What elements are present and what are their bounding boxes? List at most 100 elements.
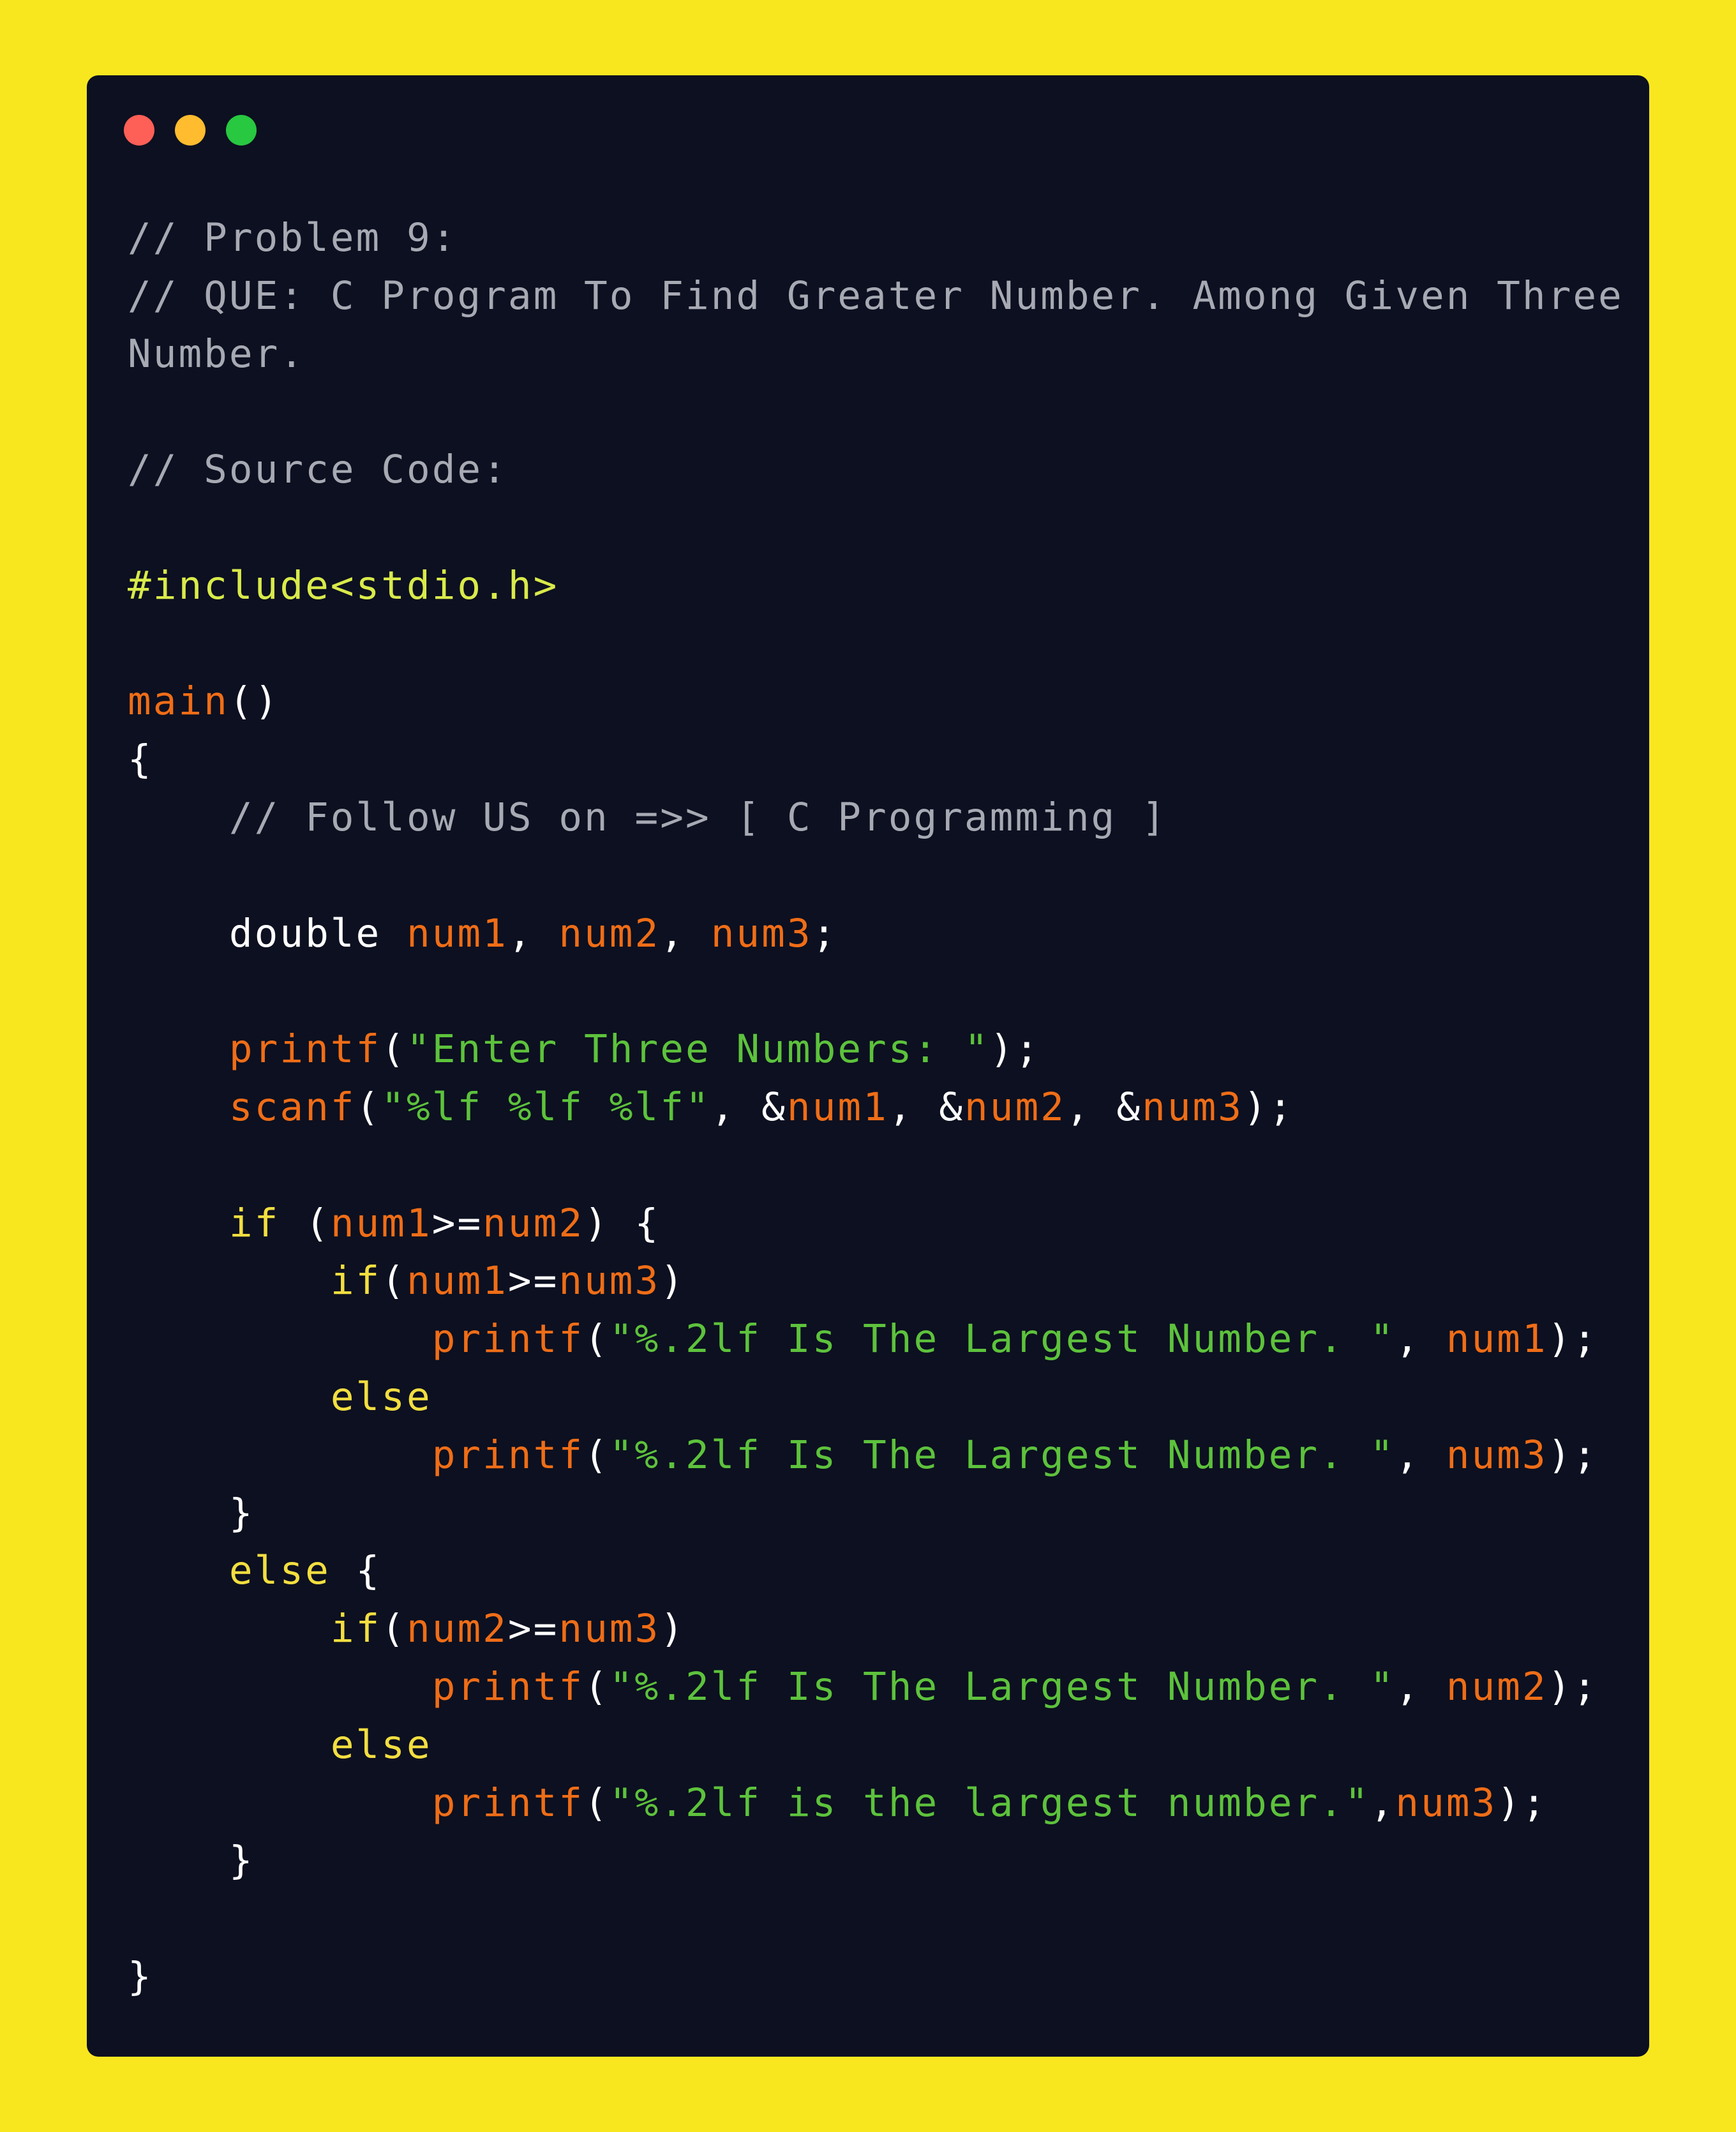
punctuation-token: ); [1547, 1316, 1599, 1362]
maximize-button[interactable] [226, 115, 257, 146]
punctuation-token: , [1395, 1316, 1446, 1362]
punctuation-token [128, 1780, 432, 1826]
punctuation-token [128, 1026, 229, 1072]
code-line: // QUE: C Program To Find Greater Number… [128, 267, 1624, 326]
variable-token: num1 [330, 1200, 432, 1246]
variable-token: num1 [407, 1258, 508, 1304]
keyword-token: if [228, 1200, 280, 1246]
variable-token: num3 [558, 1606, 661, 1652]
punctuation-token: ( [381, 1606, 407, 1652]
code-line: Number. [128, 326, 1621, 384]
code-line: printf("%.2lf Is The Largest Number. ", … [128, 1427, 1621, 1485]
punctuation-token: ( [584, 1316, 610, 1362]
code-line: else [128, 1369, 1621, 1427]
punctuation-token [128, 1258, 331, 1303]
variable-token: num2 [407, 1606, 508, 1652]
code-line: printf("%.2lf is the largest number.",nu… [128, 1775, 1621, 1833]
keyword-token: else [330, 1374, 432, 1420]
code-line: // Problem 9: [128, 209, 1621, 267]
punctuation-token: } [128, 1838, 255, 1884]
punctuation-token: ( [584, 1663, 610, 1709]
variable-token: num2 [964, 1084, 1066, 1130]
variable-token: num2 [1446, 1663, 1548, 1709]
punctuation-token: } [128, 1490, 255, 1536]
code-line: double num1, num2, num3; [128, 905, 1621, 963]
string-token: "Enter Three Numbers: " [407, 1026, 990, 1072]
punctuation-token: ); [1243, 1084, 1294, 1130]
code-line: if (num1>=num2) { [128, 1195, 1621, 1253]
comment-token: Number. [128, 331, 306, 377]
code-line: { [128, 731, 1621, 789]
punctuation-token: ( [381, 1026, 407, 1072]
code-line: printf("%.2lf Is The Largest Number. ", … [128, 1658, 1621, 1716]
function-token: printf [431, 1780, 585, 1826]
comment-token: // Problem 9: [128, 215, 458, 260]
punctuation-token: >= [431, 1200, 483, 1246]
code-window: // Problem 9: // QUE: C Program To Find G… [87, 75, 1649, 2057]
code-line: // Follow US on =>> [ C Programming ] [128, 789, 1621, 847]
punctuation-token: ; [812, 910, 838, 956]
punctuation-token: ); [1547, 1663, 1599, 1709]
string-token: "%lf %lf %lf" [381, 1084, 711, 1130]
punctuation-token: ( [584, 1780, 610, 1826]
punctuation-token: ); [1497, 1780, 1548, 1826]
code-line: // Source Code: [128, 441, 1621, 499]
type-token: double [128, 910, 407, 956]
variable-token: num3 [1395, 1780, 1497, 1826]
punctuation-token: { [128, 737, 153, 783]
code-line: printf("Enter Three Numbers: "); [128, 1021, 1621, 1079]
code-line: scanf("%lf %lf %lf", &num1, &num2, &num3… [128, 1079, 1621, 1137]
punctuation-token: ( [355, 1084, 382, 1130]
punctuation-token: , [507, 910, 559, 956]
minimize-button[interactable] [175, 115, 206, 146]
punctuation-token: ) [660, 1258, 685, 1304]
string-token: "%.2lf is the largest number." [609, 1780, 1370, 1826]
punctuation-token: , & [710, 1084, 787, 1130]
punctuation-token: ( [280, 1200, 331, 1246]
code-line: printf("%.2lf Is The Largest Number. ", … [128, 1310, 1621, 1369]
function-token: printf [431, 1663, 585, 1709]
punctuation-token [128, 1316, 432, 1362]
punctuation-token: () [228, 679, 280, 724]
variable-token: num3 [1446, 1432, 1548, 1478]
keyword-token: if [330, 1606, 382, 1652]
punctuation-token: ); [989, 1026, 1041, 1072]
code-line: else { [128, 1542, 1621, 1600]
comment-token: // QUE: C Program To Find Greater Number… [128, 273, 1624, 319]
punctuation-token: , [660, 910, 711, 956]
variable-token: num2 [483, 1200, 585, 1246]
punctuation-token [128, 1548, 229, 1593]
function-token: printf [431, 1432, 585, 1478]
code-line: else [128, 1716, 1621, 1775]
variable-token: num3 [558, 1258, 661, 1304]
punctuation-token [128, 1606, 331, 1651]
punctuation-token: { [330, 1548, 382, 1594]
variable-token: num2 [558, 910, 661, 956]
variable-token: num1 [786, 1084, 888, 1130]
string-token: "%.2lf Is The Largest Number. " [609, 1663, 1396, 1709]
function-token: printf [431, 1316, 585, 1362]
variable-token: num1 [406, 910, 508, 956]
function-token: main [128, 679, 229, 724]
code-editor[interactable]: // Problem 9: // QUE: C Program To Find G… [128, 209, 1624, 2006]
function-token: scanf [228, 1084, 356, 1130]
variable-token: num3 [710, 910, 812, 956]
string-token: "%.2lf Is The Largest Number. " [609, 1316, 1396, 1362]
keyword-token: else [330, 1722, 432, 1768]
punctuation-token: >= [507, 1258, 559, 1304]
punctuation-token: ) [660, 1606, 685, 1652]
punctuation-token: ( [584, 1432, 610, 1478]
punctuation-token: ) { [584, 1200, 661, 1246]
code-line: } [128, 1485, 1621, 1543]
close-button[interactable] [124, 115, 154, 146]
punctuation-token [128, 1722, 331, 1768]
punctuation-token: >= [507, 1606, 559, 1652]
punctuation-token: , [1395, 1432, 1446, 1478]
function-token: printf [228, 1026, 382, 1072]
code-line: } [128, 1832, 1621, 1890]
keyword-token: if [330, 1258, 382, 1304]
